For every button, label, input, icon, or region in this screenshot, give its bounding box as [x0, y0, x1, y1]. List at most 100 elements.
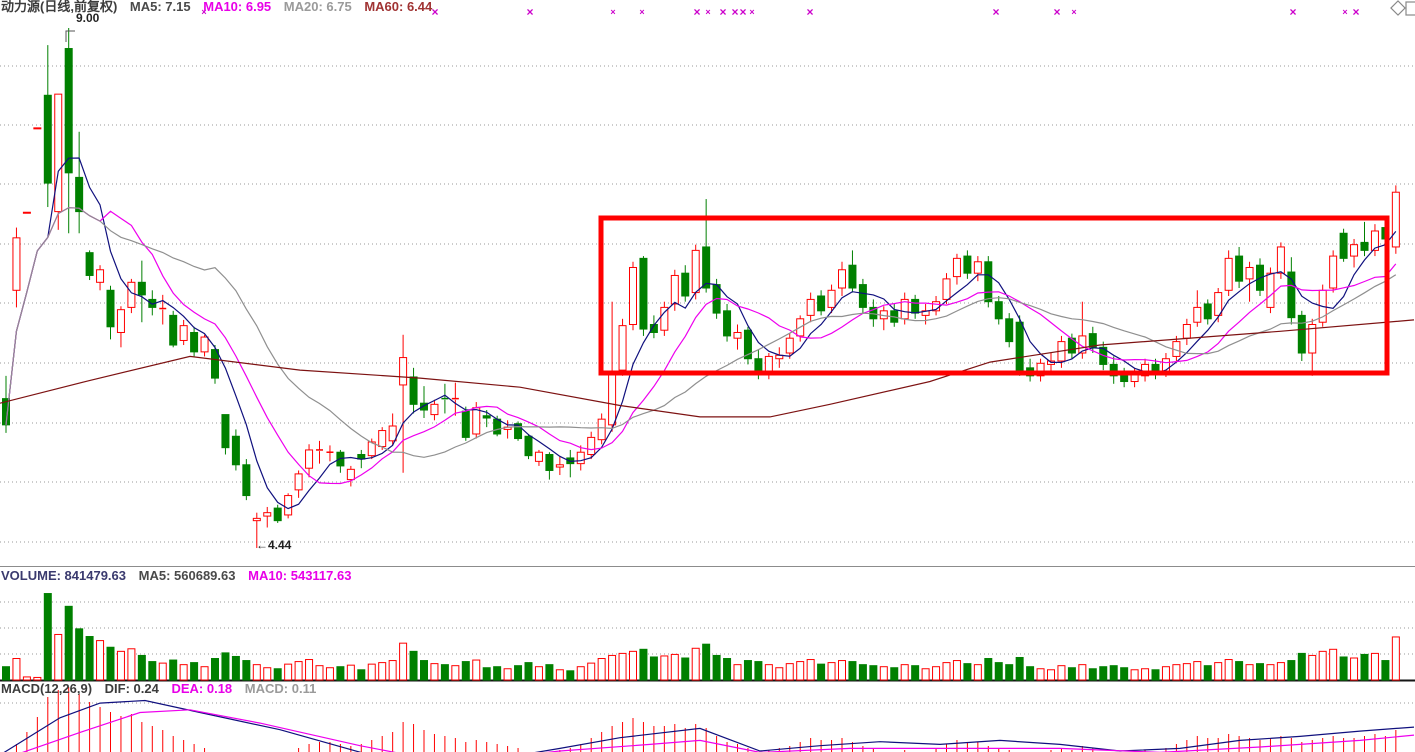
- candle-body: [786, 338, 793, 353]
- main-chart-panel[interactable]: [0, 28, 1415, 548]
- volume-bar: [117, 651, 124, 680]
- ma10-value: MA10: 6.95: [203, 0, 271, 14]
- volume-bar: [901, 665, 908, 680]
- volume-bar: [849, 662, 856, 680]
- candle-body: [13, 238, 20, 290]
- volume-bar: [1267, 665, 1274, 680]
- marker-x-icon: ×: [739, 5, 746, 19]
- candle-body: [985, 262, 992, 302]
- volume-bar: [995, 663, 1002, 680]
- volume-bar: [839, 661, 846, 680]
- candle-body: [1267, 273, 1274, 307]
- volume-bar: [953, 661, 960, 680]
- candle-body: [128, 282, 135, 307]
- candle-body: [462, 411, 469, 437]
- volume-bar: [65, 606, 72, 680]
- marker-x-icon: ×: [1352, 5, 1359, 19]
- candle-body: [1183, 325, 1190, 339]
- ma60-value: MA60: 6.44: [364, 0, 432, 14]
- volume-bar: [295, 662, 302, 680]
- volume-bar: [55, 634, 62, 680]
- volume-bar: [818, 664, 825, 680]
- dea-value: DEA: 0.18: [171, 681, 232, 696]
- candle-body: [1361, 242, 1368, 250]
- volume-bar: [724, 659, 731, 680]
- volume-bar: [630, 651, 637, 680]
- volume-bar: [880, 667, 887, 680]
- volume-bar: [734, 665, 741, 680]
- candle-body: [1016, 322, 1023, 370]
- marker-x-icon: ×: [693, 5, 700, 19]
- candle-body: [191, 332, 198, 351]
- volume-bar: [870, 666, 877, 680]
- candle-body: [44, 95, 51, 183]
- volume-bar: [368, 664, 375, 680]
- volume-bar: [159, 663, 166, 680]
- macd-panel[interactable]: [0, 687, 1415, 752]
- volume-bar: [776, 668, 783, 680]
- candle-body: [232, 436, 239, 465]
- volume-bar: [86, 637, 93, 680]
- volume-bar: [515, 666, 522, 680]
- marker-x-icon: ×: [1342, 7, 1347, 17]
- volume-bar: [1298, 653, 1305, 680]
- volume-bar: [1194, 662, 1201, 680]
- candle-body: [974, 262, 981, 273]
- annotation-layer: ××××××××××××××××××: [66, 1, 1415, 373]
- volume-bar: [1236, 662, 1243, 680]
- marker-x-icon: ×: [1071, 7, 1076, 17]
- volume-bar: [1006, 665, 1013, 680]
- volume-bar: [1100, 667, 1107, 680]
- candle-body: [1392, 192, 1399, 247]
- volume-panel[interactable]: [0, 567, 1415, 681]
- candle-body: [859, 285, 866, 308]
- candle-body: [285, 496, 292, 515]
- volume-bar: [1309, 655, 1316, 680]
- chart-canvas[interactable]: ××××××××××××××××××: [0, 0, 1415, 752]
- marker-x-icon: ×: [992, 5, 999, 19]
- candle-body: [535, 452, 542, 461]
- volume-bar: [1016, 657, 1023, 680]
- volume-bar: [891, 668, 898, 680]
- candle-body: [671, 275, 678, 304]
- volume-bar: [253, 665, 260, 680]
- volume-bar: [744, 661, 751, 680]
- volume-bar: [326, 668, 333, 680]
- volume-bar: [535, 667, 542, 680]
- volume-bar: [138, 655, 145, 680]
- volume-bar: [525, 663, 532, 680]
- candle-body: [431, 404, 438, 414]
- stock-title: 动力源(日线,前复权): [1, 0, 117, 14]
- volume-bar: [316, 666, 323, 680]
- volume-header: VOLUME: 841479.63 MA5: 560689.63 MA10: 5…: [1, 568, 360, 583]
- volume-bar: [588, 663, 595, 680]
- marker-x-icon: ×: [526, 5, 533, 19]
- candle-body: [410, 377, 417, 404]
- high-price-pointer: [66, 31, 75, 42]
- candle-body: [692, 250, 699, 292]
- volume-bar: [1361, 654, 1368, 680]
- volume-bar: [1288, 661, 1295, 680]
- candle-body: [619, 326, 626, 370]
- candle-body: [525, 436, 532, 455]
- volume-bar: [1382, 661, 1389, 680]
- dif-value: DIF: 0.24: [105, 681, 159, 696]
- candle-body: [734, 332, 741, 338]
- candle-body: [640, 258, 647, 329]
- diamond-icon: [1391, 1, 1405, 15]
- candle-body: [65, 49, 72, 173]
- volume-bar: [473, 660, 480, 680]
- volume-bar: [379, 663, 386, 680]
- volume-bar: [619, 653, 626, 680]
- candle-body: [807, 299, 814, 315]
- candle-body: [201, 337, 208, 352]
- window-box-icon: [1406, 2, 1415, 15]
- candle-body: [1330, 256, 1337, 288]
- candle-body: [964, 256, 971, 273]
- candle-body: [755, 359, 762, 373]
- volume-bar: [3, 667, 10, 680]
- ma5-value: MA5: 7.15: [130, 0, 191, 14]
- volume-bar: [609, 655, 616, 680]
- candle-body: [1194, 307, 1201, 322]
- volume-bar: [1204, 666, 1211, 680]
